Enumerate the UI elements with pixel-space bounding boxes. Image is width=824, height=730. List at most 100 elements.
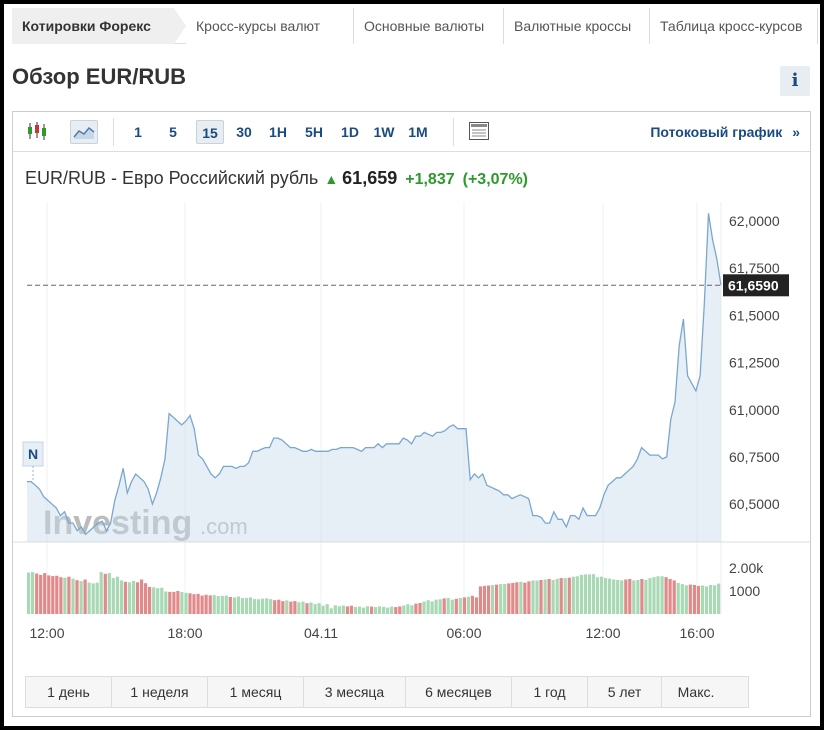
period-button-7[interactable]: Макс.	[662, 677, 730, 707]
volume-bar	[228, 597, 232, 614]
volume-bar	[628, 579, 632, 614]
tab-1[interactable]: Кросс-курсы валют	[186, 8, 354, 44]
price-chart[interactable]: Investing.com62,000061,750061,500061,250…	[13, 202, 810, 666]
interval-button-3[interactable]: 30	[230, 120, 258, 144]
volume-bar	[47, 575, 51, 614]
interval-button-0[interactable]: 1	[127, 120, 149, 144]
volume-bar	[386, 607, 390, 614]
volume-bar	[708, 585, 713, 614]
volume-bar	[688, 584, 692, 614]
volume-bar	[325, 604, 329, 614]
tab-2[interactable]: Основные валюты	[354, 8, 504, 44]
y-tick-label: 61,0000	[729, 402, 780, 418]
tab-4[interactable]: Таблица кросс-курсов	[650, 8, 818, 44]
volume-bar	[160, 587, 164, 614]
volume-bar	[652, 577, 656, 614]
tab-0[interactable]: Котировки Форекс	[12, 8, 186, 44]
volume-bar	[567, 577, 571, 614]
volume-bar	[196, 593, 200, 614]
x-tick-label: 04.11	[304, 625, 338, 641]
volume-bar	[370, 606, 374, 614]
volume-bar	[43, 573, 47, 614]
volume-bar	[499, 584, 503, 614]
volume-bar	[349, 605, 353, 614]
interval-button-6[interactable]: 1D	[336, 120, 364, 144]
interval-button-1[interactable]: 5	[162, 120, 184, 144]
period-selector: 1 день 1 неделя 1 месяц 3 месяца 6 месяцев 1 …	[25, 676, 749, 708]
volume-bar	[474, 597, 479, 614]
volume-bar	[604, 578, 608, 614]
volume-bar	[579, 574, 583, 614]
x-tick-label: 06:00	[446, 625, 481, 641]
volume-bar	[55, 575, 59, 614]
volume-tick-label: 1000	[729, 583, 760, 599]
volume-bar	[83, 579, 87, 614]
table-layout-icon[interactable]	[465, 120, 493, 144]
interval-button-8[interactable]: 1M	[404, 120, 432, 144]
stream-chart-link[interactable]: Потоковый график »	[650, 124, 800, 140]
price-change: +1,837	[405, 171, 455, 188]
volume-bar	[527, 581, 531, 614]
volume-bar	[511, 582, 515, 614]
x-tick-label: 18:00	[167, 625, 202, 641]
volume-bar	[253, 599, 257, 615]
volume-bar	[680, 584, 684, 614]
interval-button-4[interactable]: 1H	[264, 120, 292, 144]
volume-bar	[317, 603, 321, 614]
volume-bar	[51, 576, 55, 614]
volume-bar	[608, 578, 612, 614]
volume-bar	[672, 580, 676, 614]
volume-bar	[99, 572, 103, 614]
volume-bar	[595, 577, 600, 614]
period-button-2[interactable]: 1 месяц	[208, 677, 304, 707]
volume-bar	[79, 581, 83, 614]
volume-bar	[341, 605, 345, 614]
volume-bar	[168, 591, 172, 614]
volume-bar	[523, 582, 527, 614]
volume-bar	[402, 605, 406, 614]
volume-bar	[224, 595, 228, 614]
volume-bar	[503, 583, 507, 614]
volume-bar	[87, 582, 91, 614]
period-button-6[interactable]: 5 лет	[588, 677, 662, 707]
candlestick-icon[interactable]	[23, 120, 51, 144]
volume-bar	[507, 583, 511, 614]
volume-bar	[398, 606, 402, 614]
volume-bar	[438, 599, 442, 614]
interval-button-2[interactable]: 15	[196, 120, 224, 144]
volume-bar	[208, 595, 212, 614]
toolbar-divider	[453, 118, 454, 146]
area-chart-icon[interactable]	[70, 120, 98, 144]
volume-bar	[612, 579, 616, 614]
volume-bar	[176, 591, 180, 614]
volume-bar	[277, 599, 281, 614]
info-icon[interactable]: i	[780, 66, 810, 96]
volume-bar	[337, 606, 341, 614]
volume-bar	[156, 588, 160, 614]
volume-bar	[31, 572, 35, 614]
volume-bar	[583, 574, 587, 614]
volume-bar	[426, 600, 430, 614]
volume-bar	[410, 605, 414, 614]
volume-bar	[269, 599, 273, 615]
tab-3[interactable]: Валютные кроссы	[504, 8, 650, 44]
interval-button-5[interactable]: 5H	[300, 120, 328, 144]
y-tick-label: 61,5000	[729, 307, 780, 323]
period-button-1[interactable]: 1 неделя	[112, 677, 208, 707]
period-button-3[interactable]: 3 месяца	[304, 677, 406, 707]
volume-bar	[248, 597, 253, 614]
volume-bar	[535, 580, 539, 614]
period-button-4[interactable]: 6 месяцев	[406, 677, 512, 707]
period-button-5[interactable]: 1 год	[512, 677, 588, 707]
volume-bar	[414, 603, 418, 614]
volume-bar	[71, 578, 75, 614]
volume-bar	[257, 599, 261, 614]
volume-bar	[204, 594, 208, 614]
volume-bar	[491, 585, 495, 614]
volume-bar	[353, 606, 357, 614]
last-price: 61,659	[342, 168, 398, 188]
volume-bar	[164, 591, 168, 614]
interval-button-7[interactable]: 1W	[370, 120, 398, 144]
period-button-0[interactable]: 1 день	[26, 677, 112, 707]
volume-bar	[547, 579, 551, 614]
